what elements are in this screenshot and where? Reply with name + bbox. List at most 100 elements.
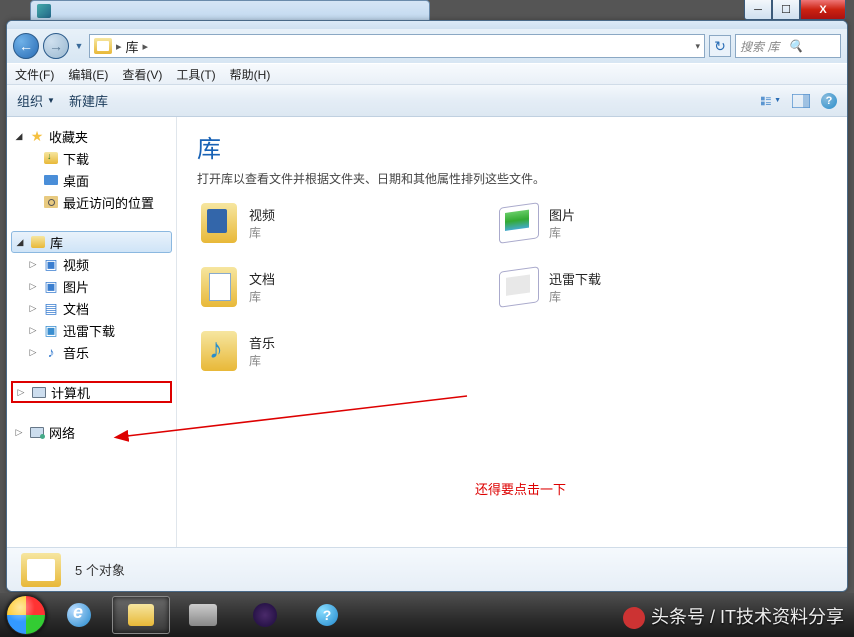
library-item-music[interactable]: 音乐库 bbox=[197, 329, 377, 373]
tree-label: 音乐 bbox=[63, 343, 89, 362]
explorer-icon bbox=[128, 604, 154, 626]
expand-arrow-icon[interactable]: ▷ bbox=[13, 427, 25, 438]
library-item-documents[interactable]: 文档库 bbox=[197, 265, 377, 309]
tree-item-recent[interactable]: 最近访问的位置 bbox=[21, 191, 176, 213]
navigation-bar: ← → ▼ ▸ 库 ▸ ▾ ↻ 搜索 库 🔍 bbox=[7, 29, 847, 63]
taskbar-item-help[interactable]: ? bbox=[298, 596, 356, 634]
menu-help[interactable]: 帮助(H) bbox=[230, 66, 271, 83]
tree-item-network[interactable]: ▷ 网络 bbox=[7, 421, 176, 443]
history-dropdown[interactable]: ▼ bbox=[73, 41, 85, 51]
downloads-icon bbox=[42, 150, 60, 166]
tree-item-favorites[interactable]: ◢ ★ 收藏夹 bbox=[7, 125, 176, 147]
tree-item-downloads[interactable]: 下载 bbox=[21, 147, 176, 169]
search-placeholder: 搜索 库 bbox=[740, 38, 788, 55]
status-bar: 5 个对象 bbox=[7, 547, 847, 591]
menu-file[interactable]: 文件(F) bbox=[15, 66, 54, 83]
tree-group-favorites: ◢ ★ 收藏夹 下载 桌面 最近访问的位置 bbox=[7, 125, 176, 213]
tree-group-network: ▷ 网络 bbox=[7, 421, 176, 443]
collapse-arrow-icon[interactable]: ◢ bbox=[14, 237, 26, 248]
taskbar-item-ie[interactable] bbox=[50, 596, 108, 634]
preview-pane-button[interactable] bbox=[791, 92, 811, 110]
background-window bbox=[30, 0, 430, 22]
forward-button[interactable]: → bbox=[43, 33, 69, 59]
menu-edit[interactable]: 编辑(E) bbox=[68, 66, 108, 83]
breadcrumb-separator-icon[interactable]: ▸ bbox=[143, 40, 149, 53]
explorer-window: ← → ▼ ▸ 库 ▸ ▾ ↻ 搜索 库 🔍 文件(F) 编辑(E) 查看(V)… bbox=[6, 20, 848, 592]
tree-item-computer[interactable]: ▷ 计算机 bbox=[11, 381, 172, 403]
minimize-button[interactable]: ─ bbox=[744, 0, 772, 20]
taskbar-item-explorer[interactable] bbox=[112, 596, 170, 634]
computer-icon bbox=[30, 384, 48, 400]
tree-group-libraries: ◢ 库 ▷ ▣ 视频 ▷ ▣ 图片 ▷ ▤ 文档 bbox=[7, 231, 176, 363]
item-name: 迅雷下载 bbox=[549, 269, 601, 288]
libraries-icon bbox=[29, 234, 47, 250]
start-button[interactable] bbox=[6, 595, 46, 635]
tree-label: 最近访问的位置 bbox=[63, 193, 154, 212]
eclipse-icon bbox=[253, 603, 277, 627]
address-bar[interactable]: ▸ 库 ▸ ▾ bbox=[89, 34, 705, 58]
new-library-button[interactable]: 新建库 bbox=[69, 91, 108, 110]
tree-label: 下载 bbox=[63, 149, 89, 168]
item-name: 视频 bbox=[249, 205, 275, 224]
help-button[interactable]: ? bbox=[821, 93, 837, 109]
item-type: 库 bbox=[249, 224, 275, 241]
expand-arrow-icon[interactable]: ▷ bbox=[27, 325, 39, 336]
address-dropdown-icon[interactable]: ▾ bbox=[695, 41, 700, 52]
recent-places-icon bbox=[42, 194, 60, 210]
collapse-arrow-icon[interactable]: ◢ bbox=[13, 131, 25, 142]
status-library-icon bbox=[21, 553, 61, 587]
expand-arrow-icon[interactable]: ▷ bbox=[15, 387, 27, 398]
tree-item-libraries[interactable]: ◢ 库 bbox=[11, 231, 172, 253]
search-box[interactable]: 搜索 库 🔍 bbox=[735, 34, 841, 58]
xunlei-library-icon bbox=[497, 265, 541, 309]
close-button[interactable]: X bbox=[800, 0, 846, 20]
view-options-button[interactable]: ▼ bbox=[761, 92, 781, 110]
document-library-icon bbox=[197, 265, 241, 309]
dropdown-arrow-icon: ▼ bbox=[47, 96, 55, 105]
tree-item-pictures[interactable]: ▷ ▣ 图片 bbox=[21, 275, 176, 297]
item-name: 音乐 bbox=[249, 333, 275, 352]
tree-item-videos[interactable]: ▷ ▣ 视频 bbox=[21, 253, 176, 275]
expand-arrow-icon[interactable]: ▷ bbox=[27, 347, 39, 358]
taskbar-item-eclipse[interactable] bbox=[236, 596, 294, 634]
menu-tools[interactable]: 工具(T) bbox=[176, 66, 215, 83]
music-library-icon bbox=[197, 329, 241, 373]
tree-label: 网络 bbox=[49, 423, 75, 442]
window-controls: ─ ☐ X bbox=[744, 0, 846, 20]
expand-arrow-icon[interactable]: ▷ bbox=[27, 281, 39, 292]
breadcrumb-item[interactable]: 库 bbox=[126, 37, 139, 56]
video-library-icon bbox=[197, 201, 241, 245]
library-item-videos[interactable]: 视频库 bbox=[197, 201, 377, 245]
tree-item-xunlei[interactable]: ▷ ▣ 迅雷下载 bbox=[21, 319, 176, 341]
library-item-xunlei[interactable]: 迅雷下载库 bbox=[497, 265, 677, 309]
tree-label: 库 bbox=[50, 233, 63, 252]
maximize-button[interactable]: ☐ bbox=[772, 0, 800, 20]
menu-view[interactable]: 查看(V) bbox=[122, 66, 162, 83]
navigation-pane: ◢ ★ 收藏夹 下载 桌面 最近访问的位置 bbox=[7, 117, 177, 547]
tree-item-music[interactable]: ▷ ♪ 音乐 bbox=[21, 341, 176, 363]
video-icon: ▣ bbox=[42, 256, 60, 272]
tree-label: 计算机 bbox=[51, 383, 90, 402]
expand-arrow-icon[interactable]: ▷ bbox=[27, 259, 39, 270]
library-item-pictures[interactable]: 图片库 bbox=[497, 201, 677, 245]
search-icon[interactable]: 🔍 bbox=[788, 39, 836, 53]
refresh-button[interactable]: ↻ bbox=[709, 35, 731, 57]
taskbar-item-app[interactable] bbox=[174, 596, 232, 634]
status-text: 5 个对象 bbox=[75, 560, 125, 579]
organize-label: 组织 bbox=[17, 91, 43, 110]
ie-icon bbox=[67, 603, 91, 627]
tree-label: 迅雷下载 bbox=[63, 321, 115, 340]
expand-arrow-icon[interactable]: ▷ bbox=[27, 303, 39, 314]
item-type: 库 bbox=[549, 288, 601, 305]
tree-item-documents[interactable]: ▷ ▤ 文档 bbox=[21, 297, 176, 319]
network-icon bbox=[28, 424, 46, 440]
new-library-label: 新建库 bbox=[69, 91, 108, 110]
library-grid: 视频库 图片库 文档库 迅雷下载库 音乐库 bbox=[197, 201, 827, 373]
tree-label: 图片 bbox=[63, 277, 89, 296]
command-bar: 组织 ▼ 新建库 ▼ ? bbox=[7, 85, 847, 117]
organize-button[interactable]: 组织 ▼ bbox=[17, 91, 55, 110]
tree-item-desktop[interactable]: 桌面 bbox=[21, 169, 176, 191]
desktop-icon bbox=[42, 172, 60, 188]
music-icon: ♪ bbox=[42, 344, 60, 360]
back-button[interactable]: ← bbox=[13, 33, 39, 59]
